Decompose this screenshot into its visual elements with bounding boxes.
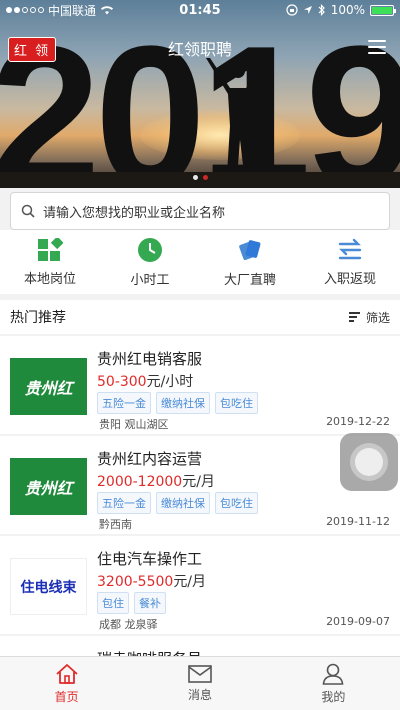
quicknav-label: 本地岗位 <box>23 271 76 287</box>
tab-home[interactable]: 首页 <box>0 657 133 710</box>
quicknav-local-jobs[interactable]: 本地岗位 <box>0 230 100 294</box>
message-icon <box>188 664 212 683</box>
tab-bar: 首页 消息 我的 <box>0 656 400 710</box>
job-tag: 包吃住 <box>215 492 258 514</box>
home-icon <box>56 663 78 684</box>
filter-icon <box>348 312 360 322</box>
salary-range: 2000-12000 <box>97 474 183 490</box>
status-time: 01:45 <box>179 2 221 18</box>
quicknav-label: 小时工 <box>130 272 170 288</box>
salary-unit: 元/月 <box>173 574 207 590</box>
job-tag: 餐补 <box>134 592 166 614</box>
logo-text: 贵州红 <box>24 378 73 398</box>
battery-icon <box>370 4 396 16</box>
job-card[interactable]: 住电线束 住电汽车操作工 3200-5500元/月 包住 餐补 成都 龙泉驿 2… <box>0 536 400 634</box>
job-tag: 缴纳社保 <box>156 492 210 514</box>
job-tag: 五险一金 <box>97 392 151 414</box>
job-tags: 包住 餐补 <box>97 592 166 614</box>
filter-button[interactable]: 筛选 <box>348 309 390 326</box>
job-location: 黔西南 <box>99 518 132 531</box>
job-tag: 包吃住 <box>215 392 258 414</box>
quicknav-label: 入职返现 <box>323 271 376 287</box>
job-tags: 五险一金 缴纳社保 包吃住 <box>97 392 258 414</box>
quicknav-label: 大厂直聘 <box>223 272 276 288</box>
job-title: 贵州红电销客服 <box>97 350 203 368</box>
job-salary: 50-300元/小时 <box>97 371 193 391</box>
quick-nav: 本地岗位 小时工 大厂直聘 入职返现 <box>0 230 400 294</box>
tab-profile[interactable]: 我的 <box>267 657 400 710</box>
search-icon <box>21 204 35 218</box>
salary-range: 3200-5500 <box>97 574 174 590</box>
logo-text: 贵州红 <box>24 478 73 498</box>
tab-label: 消息 <box>187 687 212 702</box>
hero-banner[interactable]: 2019 <box>0 0 400 188</box>
job-date: 2019-09-07 <box>326 615 390 628</box>
banner-dot <box>192 175 198 180</box>
job-tag: 包住 <box>97 592 129 614</box>
job-title: 贵州红内容运营 <box>97 450 203 468</box>
profile-icon <box>322 663 344 685</box>
salary-range: 50-300 <box>97 374 147 390</box>
quicknav-hourly[interactable]: 小时工 <box>100 230 200 294</box>
tab-label: 首页 <box>54 689 79 704</box>
job-tag: 缴纳社保 <box>156 392 210 414</box>
company-logo: 贵州红 <box>10 458 87 515</box>
job-date: 2019-12-22 <box>326 415 390 428</box>
section-title: 热门推荐 <box>10 310 66 326</box>
job-title: 住电汽车操作工 <box>97 550 203 568</box>
search-input[interactable]: 请输入您想找的职业或企业名称 <box>10 192 390 230</box>
direct-hire-icon <box>239 239 261 260</box>
filter-label: 筛选 <box>365 310 390 325</box>
job-list: 贵州红 贵州红电销客服 50-300元/小时 五险一金 缴纳社保 包吃住 贵阳 … <box>0 336 400 710</box>
status-bar: 中国联通 01:45 100% <box>0 0 400 20</box>
quicknav-direct-hire[interactable]: 大厂直聘 <box>200 230 300 294</box>
menu-icon[interactable] <box>368 40 386 54</box>
salary-unit: 元/小时 <box>146 374 194 390</box>
section-header: 热门推荐 筛选 <box>0 300 400 334</box>
tab-label: 我的 <box>321 689 346 704</box>
job-salary: 2000-12000元/月 <box>97 471 215 491</box>
job-tags: 五险一金 缴纳社保 包吃住 <box>97 492 258 514</box>
assistive-ring <box>350 443 388 481</box>
app-screen: 2019 中国联通 01:45 100% 红 领 红领职聘 请输入您想找的职业或… <box>0 0 400 710</box>
company-logo: 住电线束 <box>10 558 87 615</box>
job-location: 成都 龙泉驿 <box>99 618 158 631</box>
job-date: 2019-11-12 <box>326 515 390 528</box>
page-title: 红领职聘 <box>167 40 232 59</box>
banner-pagination <box>0 175 400 180</box>
silhouette-figure <box>206 58 272 188</box>
clock-icon <box>138 237 162 262</box>
local-jobs-icon <box>38 237 63 261</box>
quicknav-cashback[interactable]: 入职返现 <box>300 230 400 294</box>
cashback-icon <box>338 238 362 259</box>
company-logo: 贵州红 <box>10 358 87 415</box>
assistive-touch-button[interactable] <box>340 433 398 491</box>
logo-text: 住电线束 <box>20 579 77 596</box>
job-salary: 3200-5500元/月 <box>97 571 206 591</box>
job-card[interactable]: 贵州红 贵州红电销客服 50-300元/小时 五险一金 缴纳社保 包吃住 贵阳 … <box>0 336 400 434</box>
salary-unit: 元/月 <box>182 474 215 490</box>
tab-messages[interactable]: 消息 <box>133 657 266 710</box>
job-tag: 五险一金 <box>97 492 151 514</box>
search-placeholder: 请输入您想找的职业或企业名称 <box>43 205 226 221</box>
job-location: 贵阳 观山湖区 <box>99 418 169 431</box>
banner-dot-active <box>202 175 208 180</box>
